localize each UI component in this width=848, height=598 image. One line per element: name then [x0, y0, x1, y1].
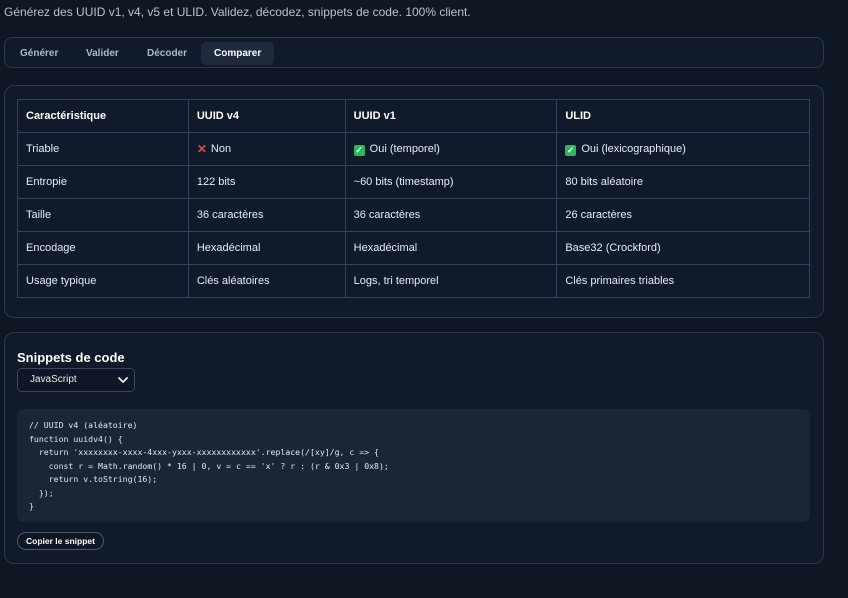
snippets-card: Snippets de code JavaScript // UUID v4 (…: [4, 332, 824, 564]
snippets-title: Snippets de code: [17, 350, 125, 365]
cell-v4-text: Non: [210, 143, 232, 155]
tab-generer[interactable]: Générer: [7, 42, 71, 65]
table-row: Taille 36 caractères 36 caractères 26 ca…: [17, 198, 810, 232]
table-row: Encodage Hexadécimal Hexadécimal Base32 …: [17, 231, 810, 265]
cell-feature: Taille: [17, 198, 189, 232]
cell-v1: Logs, tri temporel: [344, 264, 558, 298]
cell-feature: Triable: [17, 132, 189, 166]
cell-ulid-text: Oui (lexicographique): [581, 142, 686, 155]
cell-ulid: Base32 (Crockford): [556, 231, 810, 265]
code-snippet[interactable]: // UUID v4 (aléatoire) function uuidv4()…: [17, 409, 810, 522]
tab-valider[interactable]: Valider: [73, 42, 132, 65]
comparison-table: Caractéristique UUID v4 UUID v1 ULID Tri…: [17, 99, 810, 298]
cell-v4: Clés aléatoires: [187, 264, 346, 298]
table-header-row: Caractéristique UUID v4 UUID v1 ULID: [17, 99, 810, 133]
cell-ulid: ✓ Oui (lexicographique): [556, 132, 810, 166]
cell-v4: 36 caractères: [187, 198, 346, 232]
cell-v4: Hexadécimal: [187, 231, 346, 265]
table-row: Triable ✕ Non ✓ Oui (temporel) ✓ Oui (lexic…: [17, 132, 810, 166]
page-subtitle: Générez des UUID v1, v4, v5 et ULID. Val…: [4, 5, 471, 19]
cell-ulid: 80 bits aléatoire: [556, 165, 810, 199]
language-select-value: JavaScript: [30, 374, 77, 385]
check-icon: ✓: [565, 144, 577, 156]
header-uuid-v1: UUID v1: [344, 99, 558, 133]
header-ulid: ULID: [556, 99, 810, 133]
cell-ulid: 26 caractères: [556, 198, 810, 232]
tab-bar: Générer Valider Décoder Comparer: [4, 37, 824, 68]
cross-icon: ✕: [196, 142, 207, 156]
language-select[interactable]: JavaScript: [17, 368, 135, 392]
cell-v1: 36 caractères: [344, 198, 558, 232]
cell-feature: Entropie: [17, 165, 189, 199]
check-icon: ✓: [353, 144, 365, 156]
cell-v1-text: Oui (temporel): [369, 142, 440, 155]
cell-v1: Hexadécimal: [344, 231, 558, 265]
cell-feature: Usage typique: [17, 264, 189, 298]
copy-snippet-button[interactable]: Copier le snippet: [17, 532, 104, 550]
cell-v1: ✓ Oui (temporel): [344, 132, 558, 166]
tab-comparer[interactable]: Comparer: [201, 42, 275, 65]
table-row: Entropie 122 bits ~60 bits (timestamp) 8…: [17, 165, 810, 199]
comparison-card: Caractéristique UUID v4 UUID v1 ULID Tri…: [4, 85, 824, 318]
cell-feature: Encodage: [17, 231, 189, 265]
header-feature: Caractéristique: [17, 99, 189, 133]
chevron-down-icon: [118, 377, 128, 383]
cell-ulid: Clés primaires triables: [556, 264, 810, 298]
tab-decoder[interactable]: Décoder: [134, 42, 200, 65]
table-row: Usage typique Clés aléatoires Logs, tri …: [17, 264, 810, 298]
cell-v1: ~60 bits (timestamp): [344, 165, 558, 199]
header-uuid-v4: UUID v4: [187, 99, 346, 133]
cell-v4: 122 bits: [187, 165, 346, 199]
cell-v4: ✕ Non: [187, 132, 346, 166]
